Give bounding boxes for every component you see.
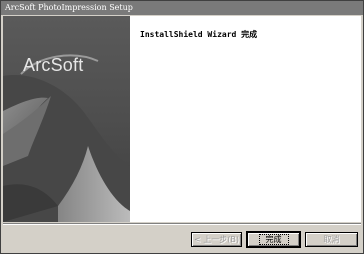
- title-bar: ArcSoft PhotoImpression Setup: [1, 1, 363, 15]
- back-button[interactable]: < 上一步(B): [191, 232, 242, 247]
- finish-button[interactable]: 完成: [247, 232, 300, 247]
- installer-window: ArcSoft PhotoImpression Setup ArcSoft In…: [0, 0, 364, 254]
- wizard-heading: InstallShield Wizard 完成: [140, 30, 258, 39]
- wizard-content: ArcSoft InstallShield Wizard 完成: [3, 16, 361, 222]
- banner-panel: ArcSoft: [3, 16, 130, 222]
- banner-graphic: [3, 16, 130, 222]
- button-separator: [3, 223, 361, 225]
- finish-label: 完成: [258, 234, 289, 245]
- cancel-button[interactable]: 取消: [305, 232, 358, 247]
- window-title: ArcSoft PhotoImpression Setup: [5, 3, 133, 12]
- arcsoft-logo: ArcSoft: [23, 55, 84, 75]
